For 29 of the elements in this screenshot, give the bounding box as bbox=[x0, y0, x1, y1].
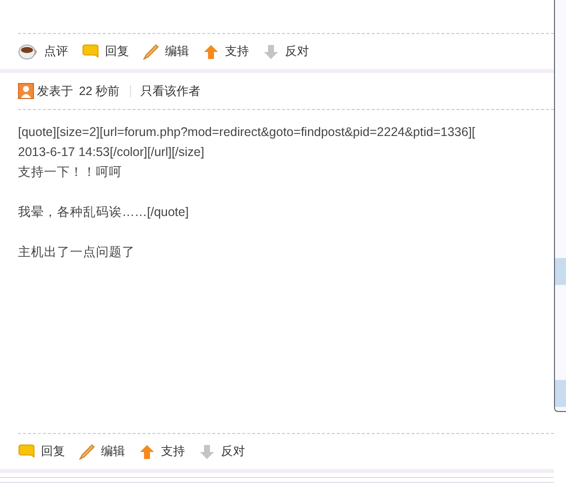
posted-label: 发表于 bbox=[37, 82, 73, 100]
comment-link[interactable]: 点评 bbox=[18, 43, 72, 60]
reply-link[interactable]: 回复 bbox=[18, 443, 69, 460]
support-link[interactable]: 支持 bbox=[139, 443, 189, 460]
post-text-line: 支持一下！！呵呵 bbox=[18, 164, 123, 181]
post-text-line: 我晕，各种乱码诶……[/quote] bbox=[18, 204, 190, 221]
down-arrow-icon bbox=[263, 44, 279, 60]
support-link[interactable]: 支持 bbox=[203, 43, 253, 60]
edit-link[interactable]: 编辑 bbox=[143, 43, 193, 60]
panel-header-bar bbox=[555, 258, 566, 285]
oppose-link[interactable]: 反对 bbox=[263, 43, 313, 60]
pencil-icon bbox=[143, 44, 159, 60]
post-text-line: 2013-6-17 14:53[/color][/url][/size] bbox=[18, 144, 206, 161]
speech-bubble-icon bbox=[18, 444, 35, 460]
post-text-line: [quote][size=2][url=forum.php?mod=redirect&goto=findpost&pid=2224&ptid=1336][ bbox=[18, 124, 476, 141]
up-arrow-icon bbox=[203, 44, 219, 60]
speech-bubble-icon bbox=[82, 44, 99, 60]
pencil-icon bbox=[79, 444, 95, 460]
user-avatar-icon bbox=[18, 83, 34, 99]
author-only-link[interactable]: 只看该作者 bbox=[140, 82, 205, 100]
up-arrow-icon bbox=[139, 444, 155, 460]
panel-header-bar bbox=[555, 380, 566, 407]
reply-link[interactable]: 回复 bbox=[82, 43, 133, 60]
edit-link[interactable]: 编辑 bbox=[79, 443, 129, 460]
oppose-link[interactable]: 反对 bbox=[199, 443, 249, 460]
post-time: 22 秒前 bbox=[79, 82, 120, 100]
post-text-line: 主机出了一点问题了 bbox=[18, 244, 136, 261]
cup-icon bbox=[18, 44, 38, 60]
down-arrow-icon bbox=[199, 444, 215, 460]
